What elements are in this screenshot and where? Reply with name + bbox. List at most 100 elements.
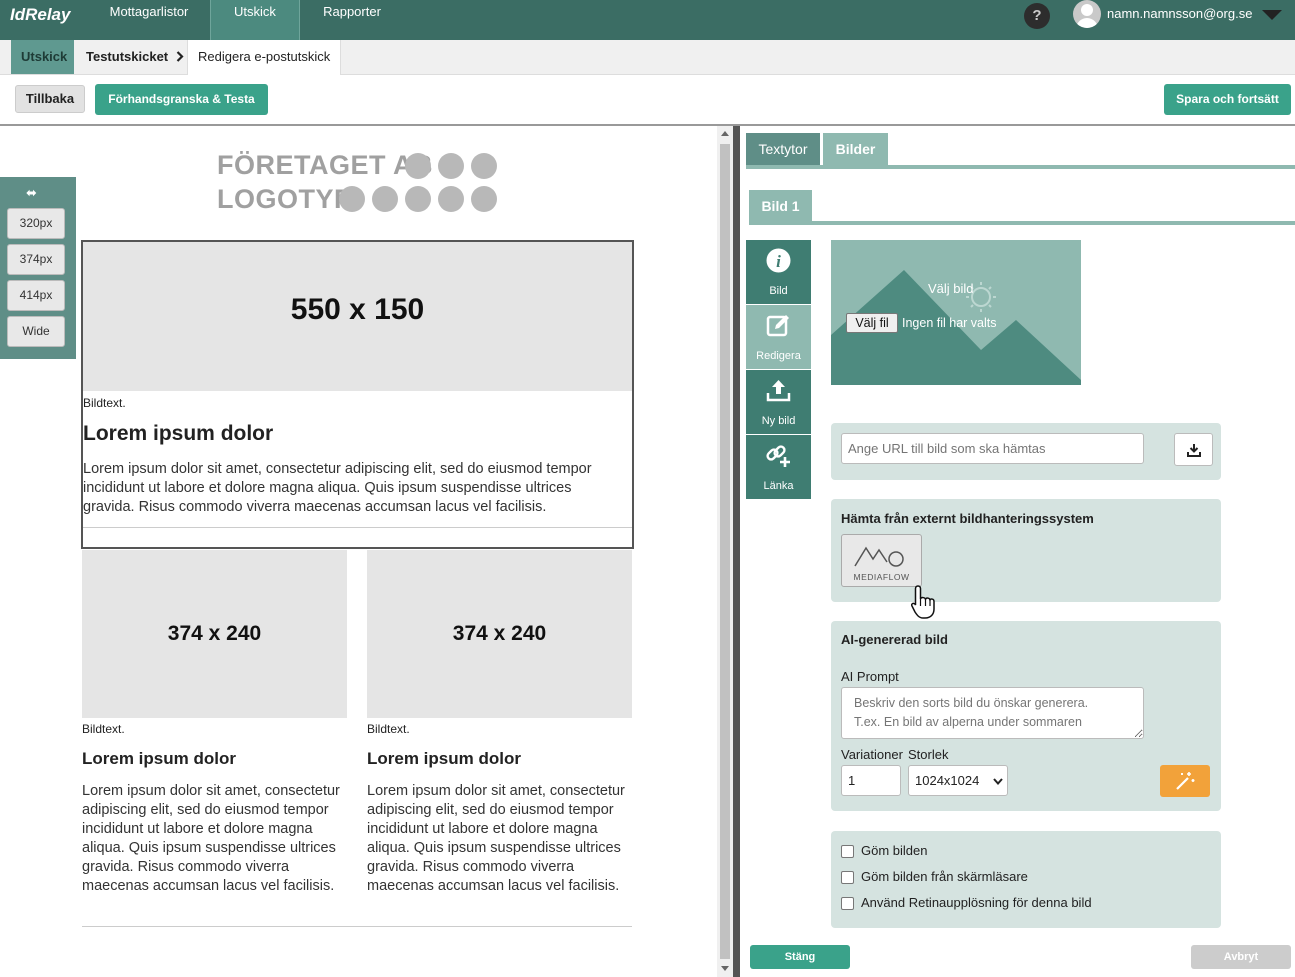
cancel-button[interactable]: Avbryt	[1191, 945, 1291, 969]
scrollbar-thumb[interactable]	[720, 144, 730, 959]
tool-ny-bild[interactable]: Ny bild	[746, 370, 811, 434]
help-icon[interactable]: ?	[1024, 3, 1050, 29]
external-source-title: Hämta från externt bildhanteringssystem	[841, 511, 1094, 526]
width-wide-button[interactable]: Wide	[7, 316, 65, 347]
column-image-placeholder[interactable]: 374 x 240	[367, 550, 632, 718]
editor-panel: Textytor Bilder Bild 1 i Bild Redigera N…	[740, 126, 1295, 977]
subtab-underline	[749, 221, 1295, 225]
variations-input[interactable]	[841, 765, 901, 796]
mediaflow-button[interactable]: MEDIAFLOW	[841, 534, 922, 587]
width-320-button[interactable]: 320px	[7, 208, 65, 239]
breadcrumb: Utskick Testutskicket Redigera e-postuts…	[0, 40, 1295, 75]
hide-image-label: Göm bilden	[861, 843, 928, 858]
email-preview: FÖRETAGET AB LOGOTYP ⬌ 320px 374px 414px…	[0, 126, 717, 977]
breadcrumb-current: Redigera e-postutskick	[187, 40, 342, 75]
size-label: Storlek	[908, 747, 949, 762]
column-title: Lorem ipsum dolor	[367, 749, 521, 768]
logo-dot	[339, 186, 365, 212]
brand-logo[interactable]: IdRelay	[10, 5, 70, 25]
panel-splitter[interactable]	[733, 126, 740, 977]
column-image-placeholder[interactable]: 374 x 240	[82, 550, 347, 718]
column-body: Lorem ipsum dolor sit amet, consectetur …	[82, 783, 340, 894]
no-file-label: Ingen fil har valts	[902, 316, 997, 330]
tab-bilder[interactable]: Bilder	[823, 133, 888, 165]
preview-test-button[interactable]: Förhandsgranska & Testa	[95, 84, 268, 115]
tab-textytor[interactable]: Textytor	[746, 133, 820, 165]
magic-wand-icon	[1176, 772, 1195, 790]
image-dropzone[interactable]: Välj bild Välj fil Ingen fil har valts	[831, 240, 1081, 385]
ai-prompt-input[interactable]	[841, 687, 1144, 739]
size-select-value: 1024x1024	[915, 773, 980, 788]
ai-image-card: AI-genererad bild AI Prompt Variationer …	[831, 621, 1221, 811]
edit-icon	[766, 315, 789, 337]
ai-prompt-label: AI Prompt	[841, 669, 899, 684]
tab-bild-1[interactable]: Bild 1	[749, 190, 812, 222]
retina-label: Använd Retinaupplösning för denna bild	[861, 895, 1092, 910]
user-email[interactable]: namn.namnsson@org.se	[1107, 6, 1252, 21]
close-button[interactable]: Stäng	[750, 945, 850, 969]
hand-cursor-icon	[911, 585, 935, 619]
logo-dot	[405, 153, 431, 179]
logo-dot	[438, 153, 464, 179]
tool-bild[interactable]: i Bild	[746, 240, 811, 304]
chevron-down-icon	[993, 778, 1003, 785]
tool-redigera[interactable]: Redigera	[746, 305, 811, 369]
top-navbar: IdRelay Mottagarlistor Utskick Rapporter…	[0, 0, 1295, 40]
external-source-card: Hämta från externt bildhanteringssystem …	[831, 499, 1221, 619]
ai-title: AI-genererad bild	[841, 632, 948, 647]
hide-image-checkbox[interactable]	[841, 845, 854, 858]
choose-image-label: Välj bild	[928, 281, 974, 296]
hero-title: Lorem ipsum dolor	[83, 422, 274, 445]
tool-label: Redigera	[756, 350, 801, 362]
info-icon: i	[766, 248, 791, 273]
column-title: Lorem ipsum dolor	[82, 749, 236, 768]
scroll-up-icon[interactable]	[721, 131, 729, 136]
generate-ai-button[interactable]	[1160, 765, 1210, 797]
logo-dot	[438, 186, 464, 212]
tool-lanka[interactable]: Länka	[746, 435, 811, 499]
tool-label: Bild	[769, 285, 788, 297]
mediaflow-logo-icon	[854, 546, 904, 567]
hero-block[interactable]: 550 x 150 Bildtext. Lorem ipsum dolor Lo…	[81, 240, 634, 549]
divider	[82, 926, 632, 927]
upload-icon	[766, 380, 791, 402]
avatar[interactable]	[1073, 0, 1101, 28]
logo-line2: LOGOTYP	[217, 184, 353, 214]
size-select[interactable]: 1024x1024	[908, 765, 1008, 796]
download-url-button[interactable]	[1174, 433, 1213, 466]
column-caption: Bildtext.	[82, 722, 125, 736]
hide-screenreader-label: Göm bilden från skärmläsare	[861, 869, 1028, 884]
width-414-button[interactable]: 414px	[7, 280, 65, 311]
width-374-button[interactable]: 374px	[7, 244, 65, 275]
breadcrumb-testutskicket[interactable]: Testutskicket	[76, 40, 194, 74]
download-icon	[1186, 444, 1201, 457]
mediaflow-label: MEDIAFLOW	[853, 572, 910, 582]
retina-checkbox[interactable]	[841, 897, 854, 910]
nav-mottagarlistor[interactable]: Mottagarlistor	[100, 0, 198, 40]
width-switcher: ⬌ 320px 374px 414px Wide	[0, 177, 76, 359]
chevron-down-icon[interactable]	[1262, 10, 1282, 20]
choose-file-button[interactable]: Välj fil	[846, 313, 898, 333]
tool-label: Ny bild	[761, 415, 796, 427]
hero-body: Lorem ipsum dolor sit amet, consectetur …	[83, 461, 592, 515]
image-options-card: Göm bilden Göm bilden från skärmläsare A…	[831, 831, 1221, 928]
logo-dot	[471, 186, 497, 212]
variations-label: Variationer	[841, 747, 903, 762]
save-continue-button[interactable]: Spara och fortsätt	[1164, 84, 1291, 115]
image-tools: i Bild Redigera Ny bild Länka	[746, 240, 811, 499]
preview-scrollbar[interactable]	[717, 126, 733, 977]
image-url-input[interactable]	[841, 433, 1144, 464]
breadcrumb-utskick[interactable]: Utskick	[11, 40, 74, 74]
hide-screenreader-checkbox[interactable]	[841, 871, 854, 884]
nav-utskick[interactable]: Utskick	[210, 0, 300, 40]
hero-caption: Bildtext.	[83, 396, 126, 410]
chevron-right-icon	[176, 51, 184, 62]
back-button[interactable]: Tillbaka	[15, 85, 85, 113]
breadcrumb-label: Testutskicket	[86, 49, 169, 64]
tool-label: Länka	[763, 480, 794, 492]
nav-rapporter[interactable]: Rapporter	[312, 0, 392, 40]
url-card	[831, 423, 1221, 480]
hero-image-placeholder[interactable]: 550 x 150	[83, 242, 632, 391]
scroll-down-icon[interactable]	[721, 966, 729, 971]
column-body: Lorem ipsum dolor sit amet, consectetur …	[367, 783, 625, 894]
